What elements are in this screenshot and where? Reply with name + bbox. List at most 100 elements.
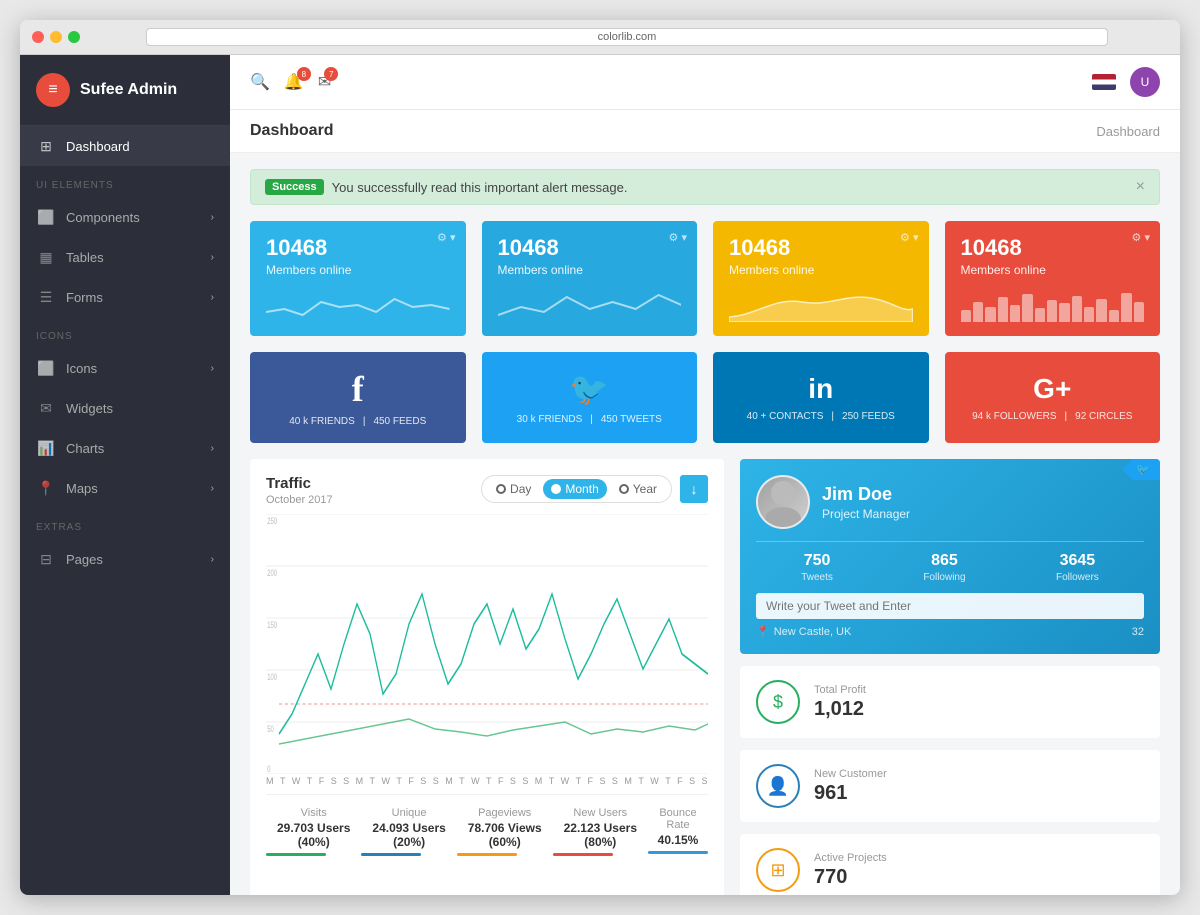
app-container: ≡ Sufee Admin ⊞ Dashboard UI ELEMENTS ⬜ … [20, 55, 1180, 895]
chevron-right-icon: › [211, 483, 214, 494]
facebook-card: f 40 k FRIENDS | 450 FEEDS [250, 352, 466, 443]
card-chart-1 [266, 287, 450, 322]
mail-icon[interactable]: ✉ 7 [318, 72, 331, 92]
x-label: T [459, 776, 465, 786]
stat-cards-row: ⚙ ▾ 10468 Members online ⚙ ▾ 10468 Membe… [230, 205, 1180, 352]
radio-month-dot [551, 484, 561, 494]
fb-friends: 40 k FRIENDS [289, 416, 355, 427]
card-number-4: 10468 [961, 235, 1145, 261]
stat-unique-value: 24.093 Users (20%) [361, 821, 456, 849]
user-avatar[interactable]: U [1130, 67, 1160, 97]
minimize-btn[interactable] [50, 31, 62, 43]
x-label: S [599, 776, 605, 786]
stat-bounce-value: 40.15% [648, 833, 708, 847]
sidebar-item-charts[interactable]: 📊 Charts › [20, 428, 230, 468]
sidebar-item-forms[interactable]: ☰ Forms › [20, 277, 230, 317]
x-label: S [702, 776, 708, 786]
traffic-controls: Day Month Year [481, 475, 708, 503]
sidebar-item-dashboard[interactable]: ⊞ Dashboard [20, 126, 230, 166]
profile-location: 📍 New Castle, UK 32 [756, 625, 1144, 638]
sidebar-item-widgets[interactable]: ✉ Widgets [20, 388, 230, 428]
breadcrumb: Dashboard [1096, 124, 1160, 139]
profile-role: Project Manager [822, 507, 910, 521]
sidebar-item-label: Icons [66, 361, 97, 376]
sidebar-item-label: Widgets [66, 401, 113, 416]
x-label: S [420, 776, 426, 786]
card-label-1: Members online [266, 263, 450, 277]
brand-icon: ≡ [36, 73, 70, 107]
x-label: M [356, 776, 364, 786]
x-label: S [612, 776, 618, 786]
social-cards-row: f 40 k FRIENDS | 450 FEEDS 🐦 30 k FRIEND… [230, 352, 1180, 459]
profile-stats: 750 Tweets 865 Following 3645 Followers [756, 541, 1144, 583]
svg-text:200: 200 [267, 568, 277, 579]
x-label: W [561, 776, 570, 786]
stat-widget-customer: 👤 New Customer 961 [740, 750, 1160, 822]
chart-x-labels: MT WT FS SM TW TF SS MT WT FS SM TW TF S… [266, 774, 708, 786]
fb-feeds: 450 FEEDS [373, 416, 426, 427]
profile-avatar [756, 475, 810, 529]
tweet-input[interactable] [756, 593, 1144, 619]
customer-icon: 👤 [756, 764, 800, 808]
sidebar-item-label: Tables [66, 250, 104, 265]
sidebar-item-icons[interactable]: ⬜ Icons › [20, 348, 230, 388]
sidebar-brand: ≡ Sufee Admin [20, 55, 230, 126]
profit-label: Total Profit [814, 684, 866, 696]
x-label: T [486, 776, 492, 786]
download-button[interactable]: ↓ [680, 475, 708, 503]
alert-close-button[interactable]: × [1136, 178, 1145, 196]
profile-name: Jim Doe [822, 484, 910, 505]
sidebar-item-pages[interactable]: ⊟ Pages › [20, 539, 230, 579]
traffic-subtitle: October 2017 [266, 494, 333, 506]
period-month[interactable]: Month [543, 479, 606, 499]
facebook-icon: f [352, 368, 364, 410]
radio-year-dot [619, 484, 629, 494]
sidebar-item-tables[interactable]: ▦ Tables › [20, 237, 230, 277]
period-year[interactable]: Year [611, 479, 665, 499]
bar-sparkline [961, 287, 1145, 322]
card-label-2: Members online [498, 263, 682, 277]
char-count: 32 [1132, 626, 1144, 638]
x-label: M [535, 776, 543, 786]
stat-widget-projects: ⊞ Active Projects 770 [740, 834, 1160, 895]
notification-bell[interactable]: 🔔 8 [284, 72, 304, 92]
tw-feeds: 450 TWEETS [601, 414, 662, 425]
widgets-icon: ✉ [36, 398, 56, 418]
sidebar-item-maps[interactable]: 📍 Maps › [20, 468, 230, 508]
profile-text: Jim Doe Project Manager [822, 484, 910, 521]
stat-bounce: Bounce Rate 40.15% [648, 807, 708, 856]
projects-value: 770 [814, 866, 887, 889]
facebook-stats: 40 k FRIENDS | 450 FEEDS [289, 416, 426, 427]
sidebar-section-extras: EXTRAS [20, 508, 230, 539]
tweets-label: Tweets [801, 572, 833, 583]
traffic-header: Traffic October 2017 Day [266, 475, 708, 506]
traffic-title: Traffic [266, 475, 333, 492]
maximize-btn[interactable] [68, 31, 80, 43]
period-day[interactable]: Day [488, 479, 539, 499]
alert-success: Success You successfully read this impor… [250, 169, 1160, 205]
sidebar-item-label: Components [66, 210, 140, 225]
location-text: New Castle, UK [774, 626, 852, 638]
x-label: F [408, 776, 414, 786]
search-icon[interactable]: 🔍 [250, 72, 270, 92]
chevron-right-icon: › [211, 443, 214, 454]
language-flag[interactable] [1092, 74, 1116, 90]
period-selector: Day Month Year [481, 475, 672, 503]
x-label: S [343, 776, 349, 786]
x-label: F [498, 776, 504, 786]
x-label: S [510, 776, 516, 786]
profit-icon: $ [756, 680, 800, 724]
traffic-chart-svg: 250 200 150 100 50 0 [266, 514, 708, 774]
card-chart-3 [729, 287, 913, 322]
location-icon: 📍 [756, 625, 770, 638]
profit-value: 1,012 [814, 698, 866, 721]
topbar: 🔍 🔔 8 ✉ 7 U [230, 55, 1180, 110]
page-header: Dashboard Dashboard [230, 110, 1180, 153]
stat-widget-customer-text: New Customer 961 [814, 768, 887, 805]
stat-visits: Visits 29.703 Users (40%) [266, 807, 361, 856]
x-label: T [665, 776, 671, 786]
close-btn[interactable] [32, 31, 44, 43]
fb-sep: | [363, 416, 366, 427]
card-settings-2: ⚙ ▾ [669, 231, 687, 244]
sidebar-item-components[interactable]: ⬜ Components › [20, 197, 230, 237]
